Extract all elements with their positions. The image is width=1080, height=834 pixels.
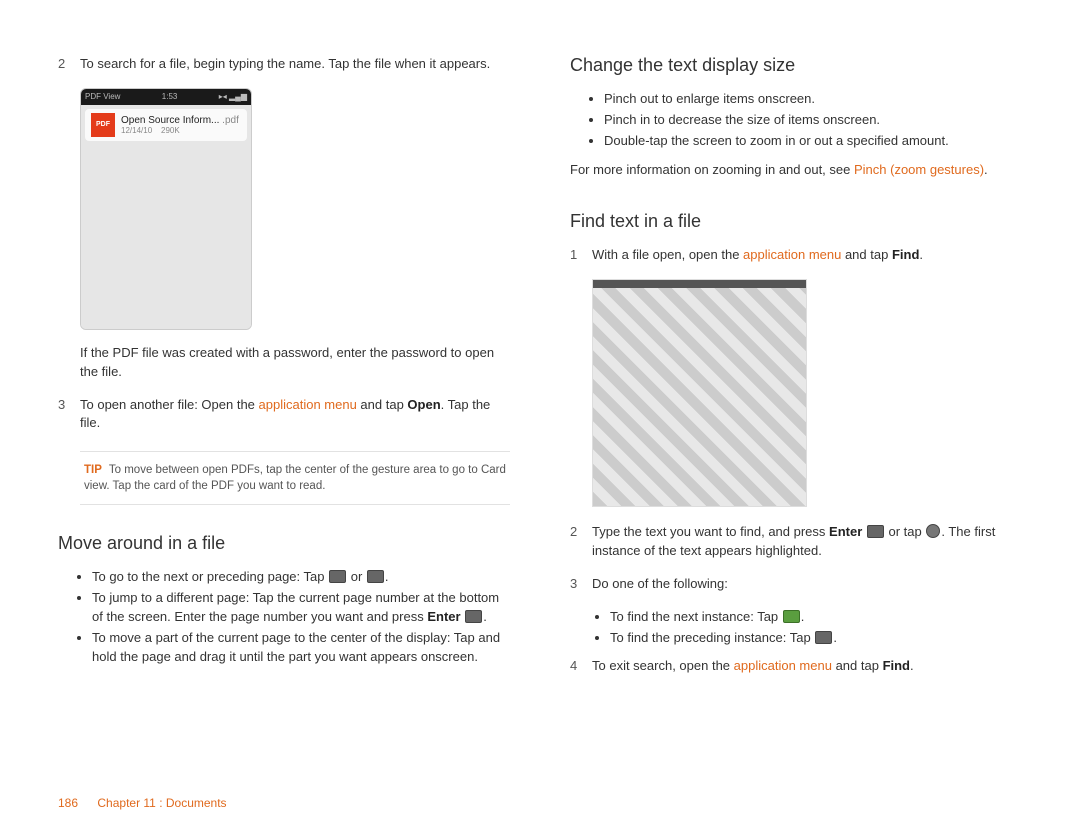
list-item: To jump to a different page: Tap the cur…: [92, 589, 510, 627]
tip-text: To move between open PDFs, tap the cente…: [84, 464, 506, 492]
phone-screenshot: PDF View 1:53 ▸◂ ▂▄▆ PDF Open Source Inf…: [80, 88, 252, 330]
left-column: 2 To search for a file, begin typing the…: [58, 55, 510, 690]
enter-key-icon: [465, 610, 482, 623]
file-title: Open Source Inform... .pdf: [121, 115, 239, 126]
tap-icon: [926, 524, 940, 538]
phone-status-bar: PDF View 1:53 ▸◂ ▂▄▆: [81, 89, 251, 105]
list-item: Pinch in to decrease the size of items o…: [604, 111, 1022, 130]
find-screenshot: [592, 279, 807, 507]
step-3: 3 To open another file: Open the applica…: [58, 396, 510, 434]
tip-box: TIP To move between open PDFs, tap the c…: [80, 451, 510, 505]
step-number: 2: [570, 523, 592, 561]
application-menu-link[interactable]: application menu: [259, 397, 357, 412]
list-item: To move a part of the current page to th…: [92, 629, 510, 667]
move-list: To go to the next or preceding page: Tap…: [58, 568, 510, 666]
phone-file-list: PDF Open Source Inform... .pdf 12/14/10 …: [81, 105, 251, 329]
pinch-gestures-link[interactable]: Pinch (zoom gestures): [854, 162, 984, 177]
find-step-2: 2 Type the text you want to find, and pr…: [570, 523, 1022, 561]
heading-move-around: Move around in a file: [58, 533, 510, 554]
step-body: To exit search, open the application men…: [592, 657, 1022, 676]
find-step-1: 1 With a file open, open the application…: [570, 246, 1022, 265]
chapter-label: Chapter 11 : Documents: [97, 796, 226, 810]
file-meta: 12/14/10 290K: [121, 126, 239, 135]
status-icons: ▸◂ ▂▄▆: [219, 92, 247, 101]
find-sublist: To find the next instance: Tap . To find…: [570, 608, 1022, 648]
step-body: To search for a file, begin typing the n…: [80, 55, 510, 74]
list-item: Pinch out to enlarge items onscreen.: [604, 90, 1022, 109]
heading-find-text: Find text in a file: [570, 211, 1022, 232]
find-step-3: 3 Do one of the following:: [570, 575, 1022, 594]
step-2: 2 To search for a file, begin typing the…: [58, 55, 510, 74]
step-number: 3: [570, 575, 592, 594]
step-number: 3: [58, 396, 80, 434]
enter-key-icon: [867, 525, 884, 538]
list-item: To find the preceding instance: Tap .: [610, 629, 1022, 648]
step-number: 4: [570, 657, 592, 676]
step-number: 1: [570, 246, 592, 265]
pdf-icon: PDF: [91, 113, 115, 137]
password-note: If the PDF file was created with a passw…: [80, 344, 510, 382]
application-menu-link[interactable]: application menu: [743, 247, 841, 262]
prev-page-icon: [367, 570, 384, 583]
step-body: To open another file: Open the applicati…: [80, 396, 510, 434]
status-app: PDF View: [85, 92, 120, 101]
heading-change-text: Change the text display size: [570, 55, 1022, 76]
status-time: 1:53: [162, 92, 178, 101]
next-page-icon: [329, 570, 346, 583]
page-footer: 186 Chapter 11 : Documents: [58, 796, 227, 810]
find-step-4: 4 To exit search, open the application m…: [570, 657, 1022, 676]
list-item: To find the next instance: Tap .: [610, 608, 1022, 627]
right-column: Change the text display size Pinch out t…: [570, 55, 1022, 690]
step-body: With a file open, open the application m…: [592, 246, 1022, 265]
tip-label: TIP: [84, 464, 102, 476]
step-body: Type the text you want to find, and pres…: [592, 523, 1022, 561]
file-item: PDF Open Source Inform... .pdf 12/14/10 …: [85, 109, 247, 141]
change-list: Pinch out to enlarge items onscreen. Pin…: [570, 90, 1022, 151]
step-body: Do one of the following:: [592, 575, 1022, 594]
step-number: 2: [58, 55, 80, 74]
list-item: To go to the next or preceding page: Tap…: [92, 568, 510, 587]
find-prev-icon: [815, 631, 832, 644]
page-columns: 2 To search for a file, begin typing the…: [58, 55, 1022, 690]
zoom-more-info: For more information on zooming in and o…: [570, 161, 1022, 180]
find-next-icon: [783, 610, 800, 623]
page-number: 186: [58, 796, 78, 810]
list-item: Double-tap the screen to zoom in or out …: [604, 132, 1022, 151]
application-menu-link[interactable]: application menu: [734, 658, 832, 673]
